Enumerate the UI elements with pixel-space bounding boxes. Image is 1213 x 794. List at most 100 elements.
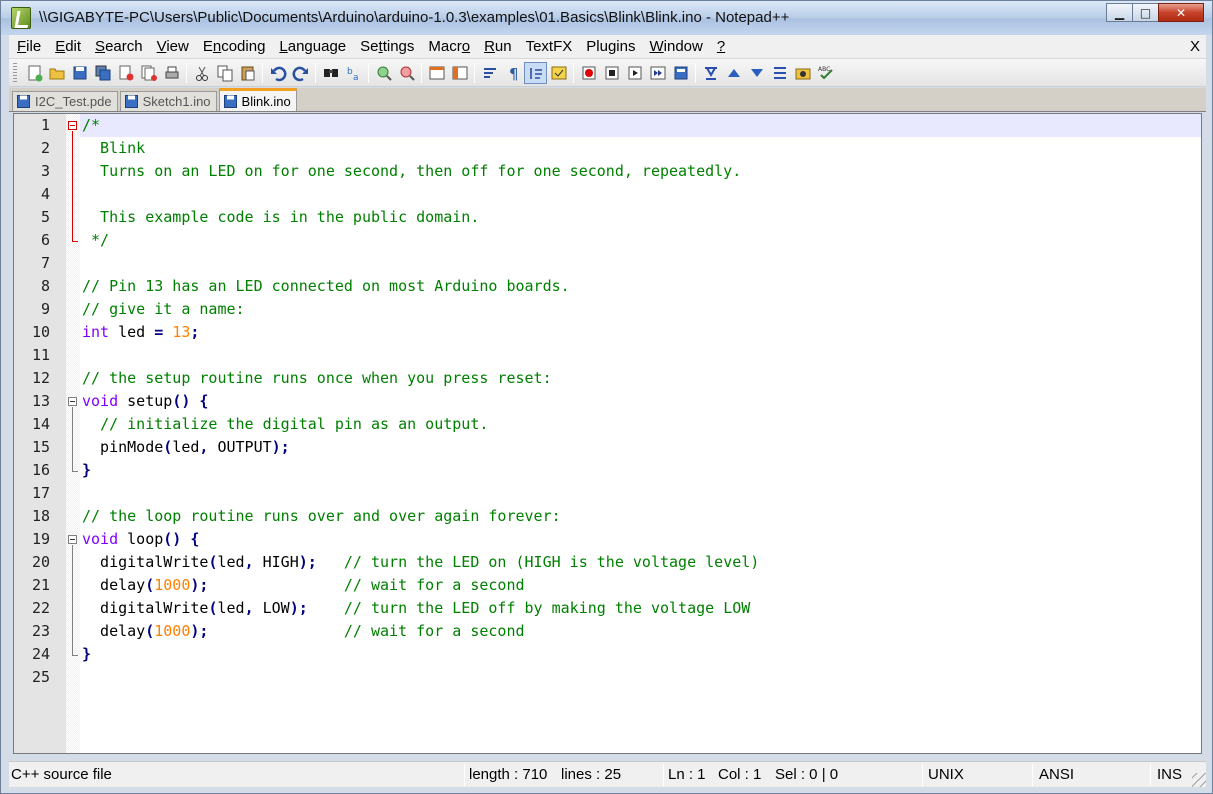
line-number[interactable]: 18 [14,505,50,528]
code-line[interactable]: } [80,459,1201,482]
line-number[interactable]: 25 [14,666,50,689]
code-editor[interactable]: 1 2 3 4 5 6 7 8 9 10 11 12 13 14 15 16 17 18 19 20 21 22 23 24 2… [13,113,1202,754]
line-number[interactable]: 11 [14,344,50,367]
code-line[interactable]: // the loop routine runs over and over a… [80,505,1201,528]
line-number[interactable]: 15 [14,436,50,459]
code-line[interactable] [80,252,1201,275]
menu-file[interactable]: File [9,35,48,59]
sync-vertical-button[interactable] [425,62,448,84]
textfx-plugin-button[interactable] [791,62,814,84]
code-line[interactable]: // the setup routine runs once when you … [80,367,1201,390]
code-line[interactable] [80,344,1201,367]
redo-button[interactable] [289,62,312,84]
tab-i2c-test-pde[interactable]: I2C_Test.pde [12,91,118,111]
code-line[interactable]: // Pin 13 has an LED connected on most A… [80,275,1201,298]
code-line[interactable]: // initialize the digital pin as an outp… [80,413,1201,436]
line-number[interactable]: 20 [14,551,50,574]
record-macro-button[interactable] [577,62,600,84]
code-line[interactable]: void loop() { [80,528,1201,551]
code-area[interactable]: /* Blink Turns on an LED on for one seco… [80,114,1201,753]
find-button[interactable] [319,62,342,84]
menu-search[interactable]: Search [88,35,150,59]
title-bar[interactable]: \\GIGABYTE-PC\Users\Public\Documents\Ard… [1,1,1212,35]
fold-toggle-icon[interactable] [68,121,77,130]
current-code-line[interactable]: /* [80,114,1201,137]
save-macro-button[interactable] [669,62,692,84]
line-number-gutter[interactable]: 1 2 3 4 5 6 7 8 9 10 11 12 13 14 15 16 17 18 19 20 21 22 23 24 2… [14,114,66,753]
resize-grip[interactable] [1192,773,1206,787]
line-number[interactable]: 21 [14,574,50,597]
save-all-button[interactable] [91,62,114,84]
close-button[interactable] [114,62,137,84]
line-number[interactable]: 24 [14,643,50,666]
menu-textfx[interactable]: TextFX [519,35,580,59]
line-number[interactable]: 17 [14,482,50,505]
textfx-down-button[interactable] [745,62,768,84]
menu-language[interactable]: Language [272,35,353,59]
code-line[interactable]: digitalWrite(led, LOW); // turn the LED … [80,597,1201,620]
fold-margin[interactable] [66,114,80,753]
menu-run[interactable]: Run [477,35,519,59]
show-all-chars-button[interactable]: ¶ [501,62,524,84]
close-window-button[interactable]: ✕ [1158,3,1204,22]
line-number[interactable]: 14 [14,413,50,436]
play-multiple-button[interactable] [646,62,669,84]
maximize-button[interactable]: □ [1132,3,1159,22]
textfx-up-button[interactable] [722,62,745,84]
line-number[interactable]: 23 [14,620,50,643]
spell-check-button[interactable]: ABC [814,62,837,84]
line-number[interactable]: 4 [14,183,50,206]
paste-button[interactable] [236,62,259,84]
menu-window[interactable]: Window [642,35,709,59]
code-line[interactable]: int led = 13; [80,321,1201,344]
indent-guide-button[interactable] [524,61,547,84]
code-line[interactable]: pinMode(led, OUTPUT); [80,436,1201,459]
cut-button[interactable] [190,62,213,84]
line-number[interactable]: 5 [14,206,50,229]
line-number[interactable]: 2 [14,137,50,160]
user-lang-button[interactable] [547,62,570,84]
notepad-plus-plus-icon[interactable] [11,7,31,29]
sync-horizontal-button[interactable] [448,62,471,84]
menu-settings[interactable]: Settings [353,35,421,59]
line-number[interactable]: 8 [14,275,50,298]
print-button[interactable] [160,62,183,84]
zoom-in-button[interactable] [372,62,395,84]
save-button[interactable] [68,62,91,84]
menu-view[interactable]: View [150,35,196,59]
code-line[interactable]: delay(1000); // wait for a second [80,620,1201,643]
code-line[interactable]: This example code is in the public domai… [80,206,1201,229]
line-number[interactable]: 7 [14,252,50,275]
new-file-button[interactable] [22,62,45,84]
line-number[interactable]: 13 [14,390,50,413]
textfx-bookmark-button[interactable] [768,62,791,84]
code-line[interactable]: Turns on an LED on for one second, then … [80,160,1201,183]
undo-button[interactable] [266,62,289,84]
word-wrap-button[interactable] [478,62,501,84]
copy-button[interactable] [213,62,236,84]
line-number[interactable]: 16 [14,459,50,482]
code-line[interactable]: void setup() { [80,390,1201,413]
code-line[interactable]: // give it a name: [80,298,1201,321]
close-document-button[interactable]: X [1190,35,1200,59]
tab-sketch1-ino[interactable]: Sketch1.ino [119,91,217,111]
code-line[interactable] [80,482,1201,505]
code-line[interactable]: delay(1000); // wait for a second [80,574,1201,597]
line-number[interactable]: 1 [14,114,50,137]
line-number[interactable]: 10 [14,321,50,344]
menu-macro[interactable]: Macro [421,35,477,59]
textfx-sort-button[interactable] [699,62,722,84]
code-line[interactable] [80,666,1201,689]
menu-edit[interactable]: Edit [48,35,88,59]
stop-record-button[interactable] [600,62,623,84]
line-number[interactable]: 19 [14,528,50,551]
line-number[interactable]: 6 [14,229,50,252]
line-number[interactable]: 3 [14,160,50,183]
code-line[interactable]: Blink [80,137,1201,160]
tab-blink-ino[interactable]: Blink.ino [218,88,297,111]
close-all-button[interactable] [137,62,160,84]
fold-toggle-icon[interactable] [68,397,77,406]
fold-toggle-icon[interactable] [68,535,77,544]
code-line[interactable] [80,183,1201,206]
zoom-out-button[interactable] [395,62,418,84]
